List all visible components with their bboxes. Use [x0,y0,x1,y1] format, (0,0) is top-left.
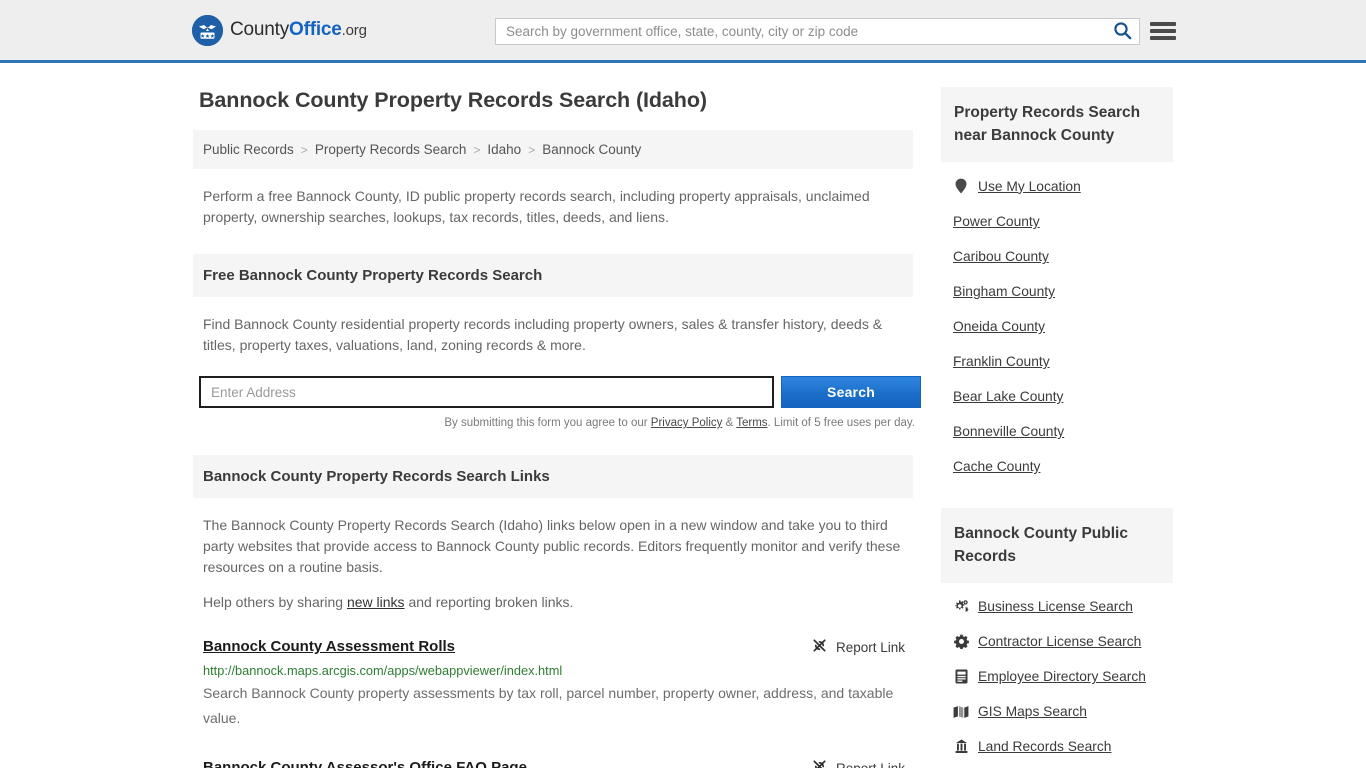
free-search-heading: Free Bannock County Property Records Sea… [193,254,913,297]
address-search-form: Search [199,376,921,408]
report-link-button[interactable]: Report Link [811,758,905,768]
result-header-row: Bannock County Assessment Rolls Report L… [203,637,907,657]
sidebar-link[interactable]: Land Records Search [978,739,1111,754]
site-logo[interactable]: CountyOffice.org [192,14,367,46]
eagle-seal-icon [192,14,223,46]
sidebar-link[interactable]: Use My Location [978,179,1081,194]
result-url: http://bannock.maps.arcgis.com/apps/weba… [203,663,563,678]
sidebar-public-records-heading: Bannock County Public Records [941,508,1173,583]
broken-link-icon [811,758,828,768]
sidebar-link[interactable]: Employee Directory Search [978,669,1146,684]
sidebar-item-bear-lake-county[interactable]: Bear Lake County [941,379,1173,414]
result-item: Bannock County Assessor's Office FAQ Pag… [203,758,907,768]
hamburger-bar [1150,22,1176,26]
logo-text-part3: .org [341,22,367,39]
help-suffix: and reporting broken links. [404,594,574,610]
sidebar-item-bonneville-county[interactable]: Bonneville County [941,414,1173,449]
main-column: Bannock County Property Records Search (… [193,87,921,768]
logo-text-part2: Office [289,19,342,40]
address-input[interactable] [199,376,774,408]
sidebar-item-power-county[interactable]: Power County [941,204,1173,239]
sidebar-public-records-block: Bannock County Public Records Business L… [941,508,1173,764]
landmark-icon [953,739,969,754]
help-share-line: Help others by sharing new links and rep… [203,594,903,610]
sidebar-item-business-license-search[interactable]: Business License Search [941,589,1173,624]
free-search-description: Find Bannock County residential property… [203,316,883,353]
sidebar-item-franklin-county[interactable]: Franklin County [941,344,1173,379]
links-section-heading: Bannock County Property Records Search L… [193,455,913,498]
sidebar-link[interactable]: Franklin County [953,354,1050,369]
legal-suffix: . Limit of 5 free uses per day. [767,417,915,429]
site-logo-text: CountyOffice.org [230,19,367,41]
sidebar-public-records-list: Business License Search Contractor Licen… [941,583,1173,764]
sidebar-link[interactable]: Oneida County [953,319,1045,334]
global-search-input[interactable] [496,19,1105,44]
logo-text-part1: County [230,19,290,40]
terms-link[interactable]: Terms [736,417,767,429]
sidebar: Property Records Search near Bannock Cou… [941,87,1173,764]
search-icon [1113,21,1132,43]
global-search-button[interactable] [1105,19,1139,44]
sidebar-link[interactable]: Bear Lake County [953,389,1063,404]
cog-icon [953,634,969,649]
privacy-policy-link[interactable]: Privacy Policy [651,417,723,429]
legal-amp: & [722,417,737,429]
sidebar-item-cache-county[interactable]: Cache County [941,449,1173,484]
sidebar-item-employee-directory-search[interactable]: Employee Directory Search [941,659,1173,694]
result-header-row: Bannock County Assessor's Office FAQ Pag… [203,758,907,768]
hamburger-bar [1150,36,1176,40]
sidebar-link[interactable]: Bonneville County [953,424,1064,439]
sidebar-item-caribou-county[interactable]: Caribou County [941,239,1173,274]
map-pin-icon [953,178,969,194]
sidebar-link[interactable]: Caribou County [953,249,1049,264]
sidebar-link[interactable]: Power County [953,214,1040,229]
breadcrumb-separator: > [473,142,481,157]
new-links-link[interactable]: new links [347,594,405,610]
sidebar-item-land-records-search[interactable]: Land Records Search [941,729,1173,764]
id-card-icon [953,669,969,684]
sidebar-item-use-my-location[interactable]: Use My Location [941,168,1173,204]
breadcrumb-separator: > [528,142,536,157]
breadcrumb-item-property-records-search[interactable]: Property Records Search [315,142,467,157]
page-title: Bannock County Property Records Search (… [199,88,707,112]
sidebar-link[interactable]: Bingham County [953,284,1055,299]
breadcrumb-item-bannock-county: Bannock County [542,142,642,157]
sidebar-link[interactable]: Cache County [953,459,1040,474]
address-search-button[interactable]: Search [781,376,921,408]
sidebar-link[interactable]: GIS Maps Search [978,704,1087,719]
sidebar-link[interactable]: Contractor License Search [978,634,1141,649]
sidebar-link[interactable]: Business License Search [978,599,1133,614]
site-header: CountyOffice.org [0,0,1366,63]
breadcrumb-item-idaho[interactable]: Idaho [487,142,521,157]
cogs-icon [953,599,969,614]
report-link-label: Report Link [835,760,905,768]
result-title-link[interactable]: Bannock County Assessment Rolls [203,637,455,656]
page-body: Bannock County Property Records Search (… [0,63,1366,768]
broken-link-icon [811,637,828,657]
hamburger-menu-icon[interactable] [1150,20,1176,42]
sidebar-nearby-heading: Property Records Search near Bannock Cou… [941,87,1173,162]
report-link-button[interactable]: Report Link [811,637,905,657]
result-item: Bannock County Assessment Rolls Report L… [203,637,907,731]
report-link-label: Report Link [835,639,905,655]
breadcrumb-separator: > [300,142,308,157]
global-search-bar[interactable] [495,18,1140,45]
result-title-link[interactable]: Bannock County Assessor's Office FAQ Pag… [203,758,527,768]
page-intro-text: Perform a free Bannock County, ID public… [203,188,870,225]
sidebar-item-gis-maps-search[interactable]: GIS Maps Search [941,694,1173,729]
sidebar-item-contractor-license-search[interactable]: Contractor License Search [941,624,1173,659]
hamburger-bar [1150,29,1176,33]
help-prefix: Help others by sharing [203,594,347,610]
map-icon [953,705,969,719]
sidebar-item-oneida-county[interactable]: Oneida County [941,309,1173,344]
breadcrumb-item-public-records[interactable]: Public Records [203,142,294,157]
form-legal-text: By submitting this form you agree to our… [193,417,915,429]
result-description: Search Bannock County property assessmen… [203,685,894,726]
legal-prefix: By submitting this form you agree to our [444,417,651,429]
breadcrumb: Public Records > Property Records Search… [193,130,913,169]
sidebar-item-bingham-county[interactable]: Bingham County [941,274,1173,309]
sidebar-nearby-list: Use My Location Power County Caribou Cou… [941,162,1173,484]
links-section-description: The Bannock County Property Records Sear… [203,517,901,575]
